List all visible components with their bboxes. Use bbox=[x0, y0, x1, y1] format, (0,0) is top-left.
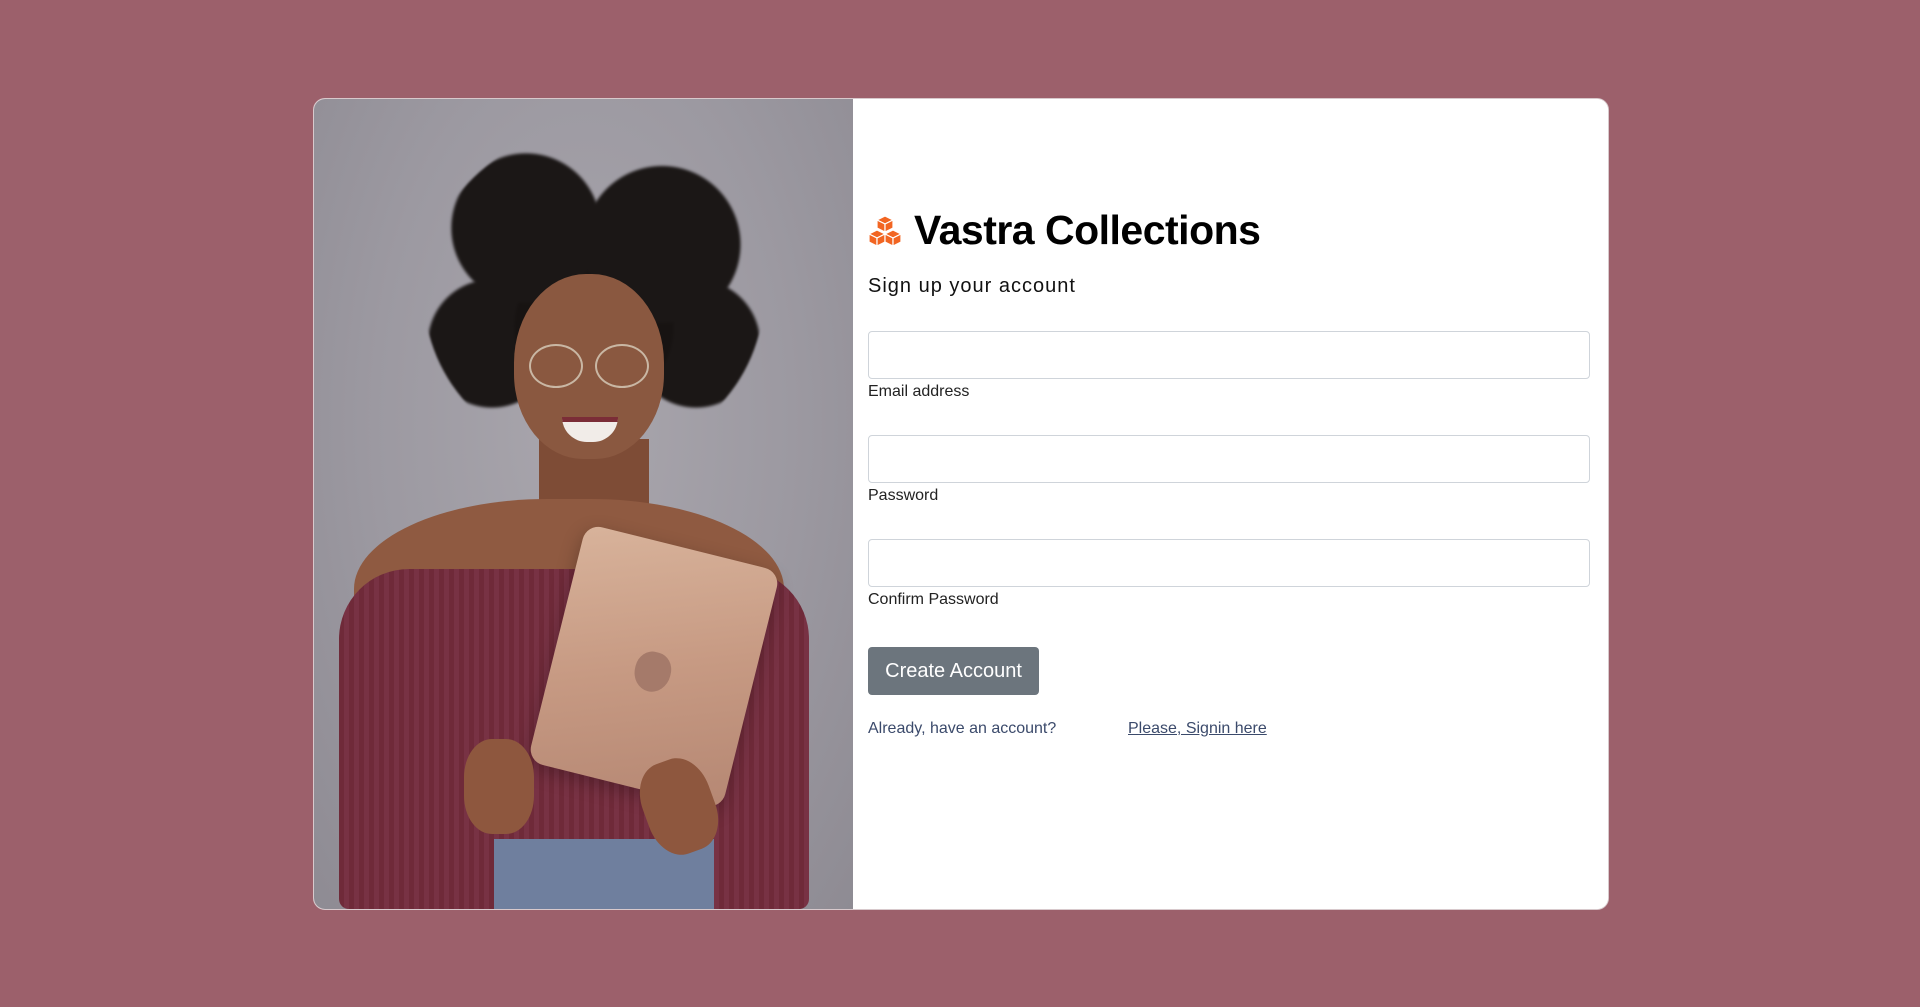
brand-header: Vastra Collections bbox=[868, 207, 1261, 254]
form-subtitle: Sign up your account bbox=[868, 275, 1076, 297]
hero-glasses-shape bbox=[529, 344, 649, 388]
email-label: Email address bbox=[868, 383, 970, 400]
confirm-password-label: Confirm Password bbox=[868, 591, 999, 608]
signin-link[interactable]: Please, Signin here bbox=[1128, 720, 1267, 738]
password-label: Password bbox=[868, 487, 939, 504]
signup-card: Vastra Collections Sign up your account … bbox=[313, 98, 1609, 910]
email-field-group: Email address bbox=[868, 331, 1590, 401]
password-input[interactable] bbox=[868, 435, 1590, 483]
boxes-icon bbox=[868, 214, 902, 247]
hero-image bbox=[314, 99, 853, 909]
apple-logo-icon bbox=[630, 648, 675, 696]
hero-left-hand-shape bbox=[464, 739, 534, 834]
email-input[interactable] bbox=[868, 331, 1590, 379]
confirm-password-field-group: Confirm Password bbox=[868, 539, 1590, 609]
brand-name: Vastra Collections bbox=[914, 207, 1261, 253]
signup-form-panel: Vastra Collections Sign up your account … bbox=[853, 99, 1608, 909]
password-field-group: Password bbox=[868, 435, 1590, 505]
signin-prompt: Already, have an account? bbox=[868, 720, 1057, 737]
confirm-password-input[interactable] bbox=[868, 539, 1590, 587]
create-account-button[interactable]: Create Account bbox=[868, 647, 1039, 695]
